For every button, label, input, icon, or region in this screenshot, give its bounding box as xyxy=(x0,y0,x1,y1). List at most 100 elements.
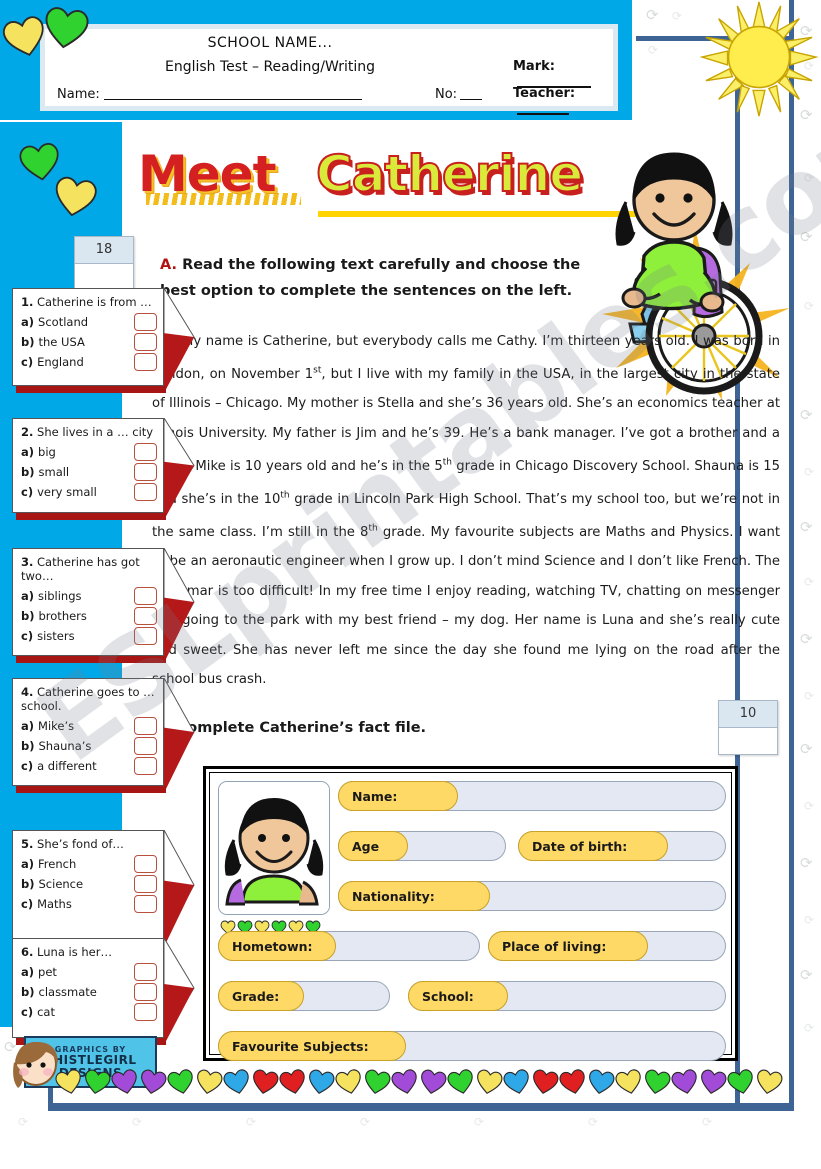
option-letter: c) xyxy=(21,485,34,499)
credit-girl-face-icon xyxy=(10,1038,60,1090)
fact-field-grade: Grade: xyxy=(218,981,390,1011)
swirl-decoration-icon: ⟳ xyxy=(360,1115,371,1129)
question-option-row[interactable]: b) Science xyxy=(21,875,157,893)
student-header-card: SCHOOL NAME... English Test – Reading/Wr… xyxy=(40,24,618,115)
swirl-decoration-icon: ⟳ xyxy=(646,6,659,24)
question-option-row[interactable]: c) a different xyxy=(21,757,157,775)
school-name-label: SCHOOL NAME... xyxy=(207,35,333,51)
option-letter: c) xyxy=(21,897,34,911)
option-letter: a) xyxy=(21,445,35,459)
option-checkbox[interactable] xyxy=(134,895,157,913)
question-option-row[interactable]: c) cat xyxy=(21,1003,157,1021)
score-max-part-a: 18 xyxy=(75,237,133,264)
swirl-decoration-icon: ⟳ xyxy=(800,966,813,984)
instruction-b-text: Complete Catherine’s fact file. xyxy=(176,720,427,736)
question-prompt: 2. She lives in a … city xyxy=(21,425,154,439)
option-checkbox[interactable] xyxy=(134,757,157,775)
option-text: brothers xyxy=(38,609,87,623)
decorative-heart-icon xyxy=(41,3,91,53)
question-option-row[interactable]: a) Scotland xyxy=(21,313,157,331)
question-option-row[interactable]: a) French xyxy=(21,855,157,873)
border-heart-icon xyxy=(532,1069,559,1095)
option-text: very small xyxy=(37,485,97,499)
option-checkbox[interactable] xyxy=(134,607,157,625)
name-input-line[interactable] xyxy=(103,86,362,100)
border-heart-icon xyxy=(671,1069,698,1095)
fact-field-dateofbirth: Date of birth: xyxy=(518,831,726,861)
swirl-decoration-icon: ⟳ xyxy=(804,1021,815,1035)
question-option-row[interactable]: b) brothers xyxy=(21,607,157,625)
border-heart-icon xyxy=(615,1069,642,1095)
swirl-decoration-icon: ⟳ xyxy=(804,689,815,703)
option-checkbox[interactable] xyxy=(134,353,157,371)
option-text: Science xyxy=(38,877,84,891)
swirl-decoration-icon: ⟳ xyxy=(648,43,659,57)
question-prompt: 4. Catherine goes to … school. xyxy=(21,685,155,713)
frame-bottom-rule xyxy=(48,1103,794,1111)
fact-field-label: Date of birth: xyxy=(518,831,668,861)
question-box-4: 4. Catherine goes to … school. a) Mike’s b)… xyxy=(12,678,164,786)
reading-passage-text: My name is Catherine, but everybody call… xyxy=(152,334,781,688)
fact-field-nationality: Nationality: xyxy=(338,881,726,911)
question-box-1: 1. Catherine is from … a) Scotland b) the US… xyxy=(12,288,164,386)
option-checkbox[interactable] xyxy=(134,443,157,461)
option-checkbox[interactable] xyxy=(134,875,157,893)
question-option-row[interactable]: c) England xyxy=(21,353,157,371)
number-field-row[interactable]: No: xyxy=(435,86,483,102)
option-checkbox[interactable] xyxy=(134,483,157,501)
question-option-row[interactable]: a) siblings xyxy=(21,587,157,605)
question-option-row[interactable]: c) Maths xyxy=(21,895,157,913)
teacher-input-line[interactable] xyxy=(517,101,569,115)
score-entry-part-a[interactable] xyxy=(75,264,133,290)
border-heart-icon xyxy=(700,1069,727,1095)
question-option-row[interactable]: a) big xyxy=(21,443,157,461)
question-option-row[interactable]: a) pet xyxy=(21,963,157,981)
question-option-row[interactable]: c) sisters xyxy=(21,627,157,645)
name-label: Name: xyxy=(57,87,100,102)
question-prompt: 5. She’s fond of… xyxy=(21,837,124,851)
question-arrow-tip xyxy=(164,938,198,1046)
option-checkbox[interactable] xyxy=(134,587,157,605)
swirl-decoration-icon: ⟳ xyxy=(672,9,683,23)
option-checkbox[interactable] xyxy=(134,333,157,351)
option-checkbox[interactable] xyxy=(134,983,157,1001)
question-option-row[interactable]: a) Mike’s xyxy=(21,717,157,735)
fact-field-hometown: Hometown: xyxy=(218,931,480,961)
border-heart-icon xyxy=(420,1069,447,1095)
fact-field-label: Name: xyxy=(338,781,458,811)
no-input-line[interactable] xyxy=(460,86,483,100)
fact-field-age: Age xyxy=(338,831,506,861)
swirl-decoration-icon: ⟳ xyxy=(702,1115,713,1129)
name-field-row[interactable]: Name: xyxy=(57,86,366,102)
question-option-row[interactable]: b) small xyxy=(21,463,157,481)
border-heart-icon xyxy=(391,1069,418,1095)
option-text: small xyxy=(38,465,70,479)
question-arrow-tip xyxy=(164,548,198,664)
option-checkbox[interactable] xyxy=(134,737,157,755)
border-heart-icon xyxy=(167,1069,194,1095)
teacher-field-row[interactable]: Teacher: xyxy=(513,86,613,118)
option-checkbox[interactable] xyxy=(134,463,157,481)
swirl-decoration-icon: ⟳ xyxy=(804,171,815,185)
option-letter: c) xyxy=(21,629,34,643)
swirl-decoration-icon: ⟳ xyxy=(474,1115,485,1129)
option-checkbox[interactable] xyxy=(134,1003,157,1021)
option-checkbox[interactable] xyxy=(134,963,157,981)
option-checkbox[interactable] xyxy=(134,717,157,735)
score-entry-part-b[interactable] xyxy=(719,728,777,754)
no-label: No: xyxy=(435,87,458,102)
question-option-row[interactable]: c) very small xyxy=(21,483,157,501)
border-heart-icon xyxy=(140,1069,167,1095)
question-option-row[interactable]: b) Shauna’s xyxy=(21,737,157,755)
option-checkbox[interactable] xyxy=(134,855,157,873)
option-text: pet xyxy=(38,965,57,979)
option-text: Scotland xyxy=(38,315,89,329)
border-heart-icon xyxy=(111,1069,138,1095)
question-option-row[interactable]: b) the USA xyxy=(21,333,157,351)
option-checkbox[interactable] xyxy=(134,627,157,645)
question-option-row[interactable]: b) classmate xyxy=(21,983,157,1001)
border-heart-icon xyxy=(644,1069,671,1095)
swirl-decoration-icon: ⟳ xyxy=(804,799,815,813)
option-text: cat xyxy=(37,1005,55,1019)
option-checkbox[interactable] xyxy=(134,313,157,331)
